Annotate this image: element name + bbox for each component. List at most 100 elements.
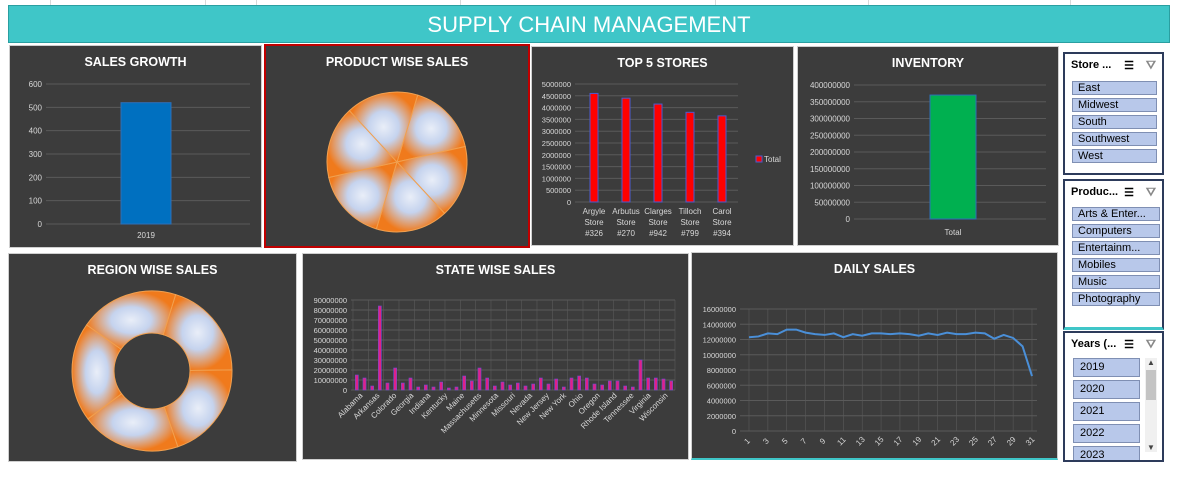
y-tick-label: 250000000 bbox=[810, 131, 851, 140]
bar bbox=[500, 381, 505, 391]
multi-select-icon[interactable]: ☰ bbox=[1124, 59, 1134, 72]
y-tick-label: 400 bbox=[29, 127, 43, 136]
slicer-header: Store ... ☰ ⛛ bbox=[1071, 58, 1158, 74]
bar bbox=[393, 367, 397, 391]
y-tick-label: 0 bbox=[567, 198, 571, 207]
slicer-item-arts[interactable]: Arts & Enter... bbox=[1072, 207, 1160, 221]
clear-filter-icon[interactable]: ⛛ bbox=[1146, 58, 1156, 73]
y-tick-label: 200 bbox=[29, 173, 43, 182]
sales-growth-plot: 0 100 200 300 400 500 600 2019 bbox=[29, 80, 250, 240]
x-tick-label: 1 bbox=[742, 436, 752, 446]
bar bbox=[462, 375, 466, 391]
x-tick-label: Tilloch bbox=[679, 207, 702, 216]
slicer-item-2020[interactable]: 2020 bbox=[1073, 380, 1140, 399]
slicer-scrollbar[interactable]: ▲ ▼ bbox=[1145, 358, 1157, 452]
slicer-item-entertainment[interactable]: Entertainm... bbox=[1072, 241, 1160, 255]
y-tick-label: 10000000 bbox=[314, 376, 347, 385]
slicer-item-computers[interactable]: Computers bbox=[1072, 224, 1160, 238]
scroll-thumb[interactable] bbox=[1146, 370, 1156, 400]
y-tick-label: 3000000 bbox=[542, 127, 571, 136]
slicer-item-2023[interactable]: 2023 bbox=[1073, 446, 1140, 460]
multi-select-icon[interactable]: ☰ bbox=[1124, 338, 1134, 351]
x-tick-label: #394 bbox=[713, 229, 731, 238]
x-tick-label: 31 bbox=[1024, 435, 1037, 448]
slicer-item-southwest[interactable]: Southwest bbox=[1072, 132, 1157, 146]
slicer-item-mobiles[interactable]: Mobiles bbox=[1072, 258, 1160, 272]
slicer-item-photography[interactable]: Photography bbox=[1072, 292, 1160, 306]
clear-filter-icon[interactable]: ⛛ bbox=[1146, 337, 1156, 352]
slicer-title: Produc... bbox=[1071, 186, 1119, 198]
inventory-chart[interactable]: INVENTORY 0 50000000 100000000 150000000 200… bbox=[797, 46, 1059, 246]
bar bbox=[447, 387, 451, 391]
bar bbox=[661, 378, 666, 391]
x-tick-label: Arbutus bbox=[612, 207, 640, 216]
x-tick-label: 29 bbox=[1005, 435, 1018, 448]
y-tick-label: 350000000 bbox=[810, 98, 851, 107]
y-tick-label: 16000000 bbox=[703, 305, 736, 314]
x-tick-label: Store bbox=[712, 218, 732, 227]
bar bbox=[623, 385, 627, 391]
bar bbox=[470, 380, 474, 391]
clear-filter-icon[interactable]: ⛛ bbox=[1146, 185, 1156, 200]
region-wise-sales-chart[interactable]: REGION WISE SALES bbox=[8, 253, 297, 462]
y-tick-label: 60000000 bbox=[314, 326, 347, 335]
bar bbox=[539, 377, 543, 391]
slicer-item-2019[interactable]: 2019 bbox=[1073, 358, 1140, 377]
state-wise-sales-chart[interactable]: STATE WISE SALES 0 10000000 20000000 300000… bbox=[302, 253, 689, 460]
store-slicer[interactable]: Store ... ☰ ⛛ East Midwest South Southwe… bbox=[1063, 52, 1164, 175]
y-tick-label: 1500000 bbox=[542, 163, 571, 172]
bar bbox=[401, 382, 405, 391]
slicer-item-west[interactable]: West bbox=[1072, 149, 1157, 163]
product-wise-sales-chart[interactable]: PRODUCT WISE SALES bbox=[264, 44, 530, 248]
bar bbox=[615, 380, 620, 391]
scroll-down-icon[interactable]: ▼ bbox=[1145, 443, 1157, 452]
y-tick-label: 12000000 bbox=[703, 336, 736, 345]
bar bbox=[508, 384, 512, 391]
y-tick-label: 100000000 bbox=[810, 182, 851, 191]
product-wise-plot bbox=[326, 91, 468, 233]
y-tick-label: 600 bbox=[29, 80, 43, 89]
y-tick-label: 5000000 bbox=[542, 80, 571, 89]
x-tick-label: 27 bbox=[986, 435, 999, 448]
slicer-item-2022[interactable]: 2022 bbox=[1073, 424, 1140, 443]
bar bbox=[516, 382, 520, 391]
y-tick-label: 14000000 bbox=[703, 320, 736, 329]
slicer-title: Store ... bbox=[1071, 59, 1112, 71]
slicer-item-south[interactable]: South bbox=[1072, 115, 1157, 129]
x-tick-label: 21 bbox=[930, 435, 943, 448]
bar bbox=[531, 383, 535, 391]
legend-swatch bbox=[755, 155, 763, 163]
x-tick-label: #799 bbox=[681, 229, 699, 238]
y-tick-label: 500 bbox=[29, 103, 43, 112]
sales-growth-chart[interactable]: SALES GROWTH 0 100 200 300 400 500 600 2019 bbox=[9, 45, 262, 248]
daily-sales-chart[interactable]: DAILY SALES 0 2000000 4000000 6000000 800000… bbox=[691, 252, 1058, 460]
bar bbox=[378, 305, 382, 391]
slicer-item-music[interactable]: Music bbox=[1072, 275, 1160, 289]
bar bbox=[577, 375, 581, 391]
bar bbox=[717, 115, 727, 203]
y-tick-label: 90000000 bbox=[314, 296, 347, 305]
y-tick-label: 200000000 bbox=[810, 148, 851, 157]
y-tick-label: 0 bbox=[38, 220, 43, 229]
top5-stores-chart[interactable]: TOP 5 STORES 0 500000 1000000 1500000 200000… bbox=[531, 46, 794, 246]
bar bbox=[485, 377, 489, 391]
product-slicer[interactable]: Produc... ☰ ⛛ Arts & Enter... Computers … bbox=[1063, 179, 1164, 330]
slicer-header: Produc... ☰ ⛛ bbox=[1071, 185, 1158, 201]
x-tick-label: Clarges bbox=[644, 207, 672, 216]
slicer-item-midwest[interactable]: Midwest bbox=[1072, 98, 1157, 112]
bar bbox=[546, 383, 551, 391]
x-tick-label: 9 bbox=[818, 436, 828, 446]
x-tick-label: 23 bbox=[948, 435, 961, 448]
slicer-item-2021[interactable]: 2021 bbox=[1073, 402, 1140, 421]
x-tick-label: 13 bbox=[854, 435, 867, 448]
years-slicer[interactable]: Years (... ☰ ⛛ 2019 2020 2021 2022 2023 … bbox=[1063, 331, 1164, 462]
y-tick-label: 50000000 bbox=[314, 336, 347, 345]
scroll-up-icon[interactable]: ▲ bbox=[1145, 358, 1157, 367]
multi-select-icon[interactable]: ☰ bbox=[1124, 186, 1134, 199]
slicer-item-east[interactable]: East bbox=[1072, 81, 1157, 95]
y-tick-label: 6000000 bbox=[707, 381, 736, 390]
y-tick-label: 80000000 bbox=[314, 306, 347, 315]
bar bbox=[424, 384, 428, 391]
top5-plot: 0 500000 1000000 1500000 2000000 2500000 30000… bbox=[542, 80, 781, 238]
slicer-header: Years (... ☰ ⛛ bbox=[1071, 337, 1158, 353]
